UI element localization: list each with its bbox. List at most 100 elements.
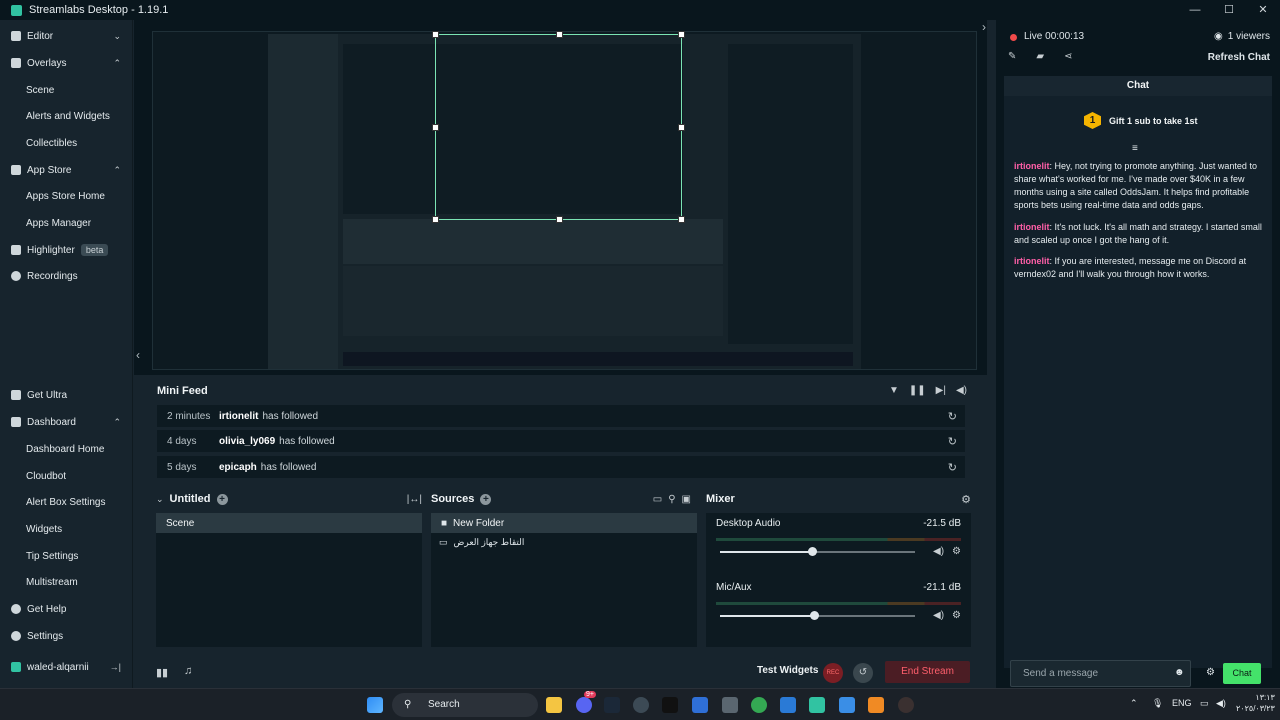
sidebar-item-dashboard-home[interactable]: Dashboard Home — [0, 436, 133, 462]
scene-collection-title[interactable]: Untitled — [170, 493, 211, 505]
emoji-icon[interactable]: ☻ — [1174, 667, 1185, 678]
resize-handle[interactable] — [432, 216, 439, 223]
test-widgets-button[interactable]: Test Widgets — [757, 665, 818, 676]
chat-input[interactable]: Send a message — [1010, 660, 1191, 687]
volume-slider-knob[interactable] — [809, 611, 819, 620]
maximize-button[interactable]: ☐ — [1212, 0, 1246, 20]
taskbar-search[interactable]: ⚲ Search — [392, 693, 538, 717]
volume-slider[interactable] — [720, 547, 915, 556]
resize-handle[interactable] — [556, 216, 563, 223]
app-icon[interactable] — [722, 697, 738, 713]
tray-overflow-icon[interactable]: ⌃ — [1130, 698, 1138, 709]
pause-icon[interactable]: ❚❚ — [909, 385, 926, 396]
volume-icon[interactable]: ◀) — [956, 385, 967, 396]
replay-icon[interactable]: ↻ — [948, 410, 957, 423]
source-item[interactable]: ▭ التقاط جهاز العرض — [439, 537, 524, 548]
app-icon[interactable] — [868, 697, 884, 713]
notification-bell-icon[interactable]: ♫ — [184, 665, 192, 677]
sidebar-item-cloudbot[interactable]: Cloudbot — [0, 463, 133, 489]
mute-icon[interactable]: ◀) — [933, 610, 944, 621]
resize-handle[interactable] — [556, 31, 563, 38]
replay-buffer-button[interactable]: ↺ — [853, 663, 873, 683]
gear-icon[interactable]: ⚙ — [1206, 667, 1215, 678]
performance-icon[interactable]: ▮▮ — [156, 666, 168, 679]
window-icon[interactable] — [839, 697, 855, 713]
scene-item[interactable]: Scene — [156, 513, 422, 533]
sidebar-item-highlighter[interactable]: Highlighter beta — [0, 237, 133, 263]
end-stream-button[interactable]: End Stream — [885, 661, 970, 683]
close-button[interactable]: ✕ — [1246, 0, 1280, 20]
sidebar-item-editor[interactable]: Editor ⌄ — [0, 23, 133, 49]
taskbar-clock[interactable]: ١٣:١٣ ٢٠٢٥/٠٣/٢٣ — [1236, 692, 1275, 714]
source-tools-icons[interactable]: ▭⚲▣ — [653, 494, 697, 505]
expand-panel-icon[interactable]: › — [982, 20, 986, 34]
sidebar-item-get-ultra[interactable]: Get Ultra — [0, 382, 133, 408]
refresh-chat-button[interactable]: Refresh Chat — [1208, 52, 1270, 63]
language-indicator[interactable]: ENG — [1172, 698, 1192, 708]
chat-send-button[interactable]: Chat — [1223, 663, 1261, 684]
gear-icon[interactable]: ⚙ — [952, 610, 961, 621]
network-icon[interactable]: ▭ — [1200, 698, 1209, 709]
resize-handle[interactable] — [678, 216, 685, 223]
scene-transition-icon[interactable]: |↔| — [407, 494, 422, 505]
stream-preview[interactable] — [152, 31, 977, 370]
file-explorer-icon[interactable] — [546, 697, 562, 713]
minimize-button[interactable]: — — [1178, 0, 1212, 20]
replay-icon[interactable]: ↻ — [948, 435, 957, 448]
mute-icon[interactable]: ◀) — [933, 546, 944, 557]
volume-slider-knob[interactable] — [807, 547, 817, 556]
sidebar-item-alerts-and-widgets[interactable]: Alerts and Widgets — [0, 103, 133, 129]
microphone-icon[interactable]: 🎙 — [1152, 698, 1163, 709]
gift-sub-banner[interactable]: 1 Gift 1 sub to take 1st — [1084, 112, 1198, 129]
gear-icon[interactable]: ⚙ — [952, 546, 961, 557]
sidebar-item-settings[interactable]: Settings — [0, 623, 133, 649]
sidebar-item-overlays[interactable]: Overlays ⌃ — [0, 50, 133, 76]
sidebar-item-apps-manager[interactable]: Apps Manager — [0, 210, 133, 236]
source-folder[interactable]: ■ New Folder — [431, 513, 697, 533]
media-player-icon[interactable] — [898, 697, 914, 713]
share-icon[interactable]: ⋖ — [1064, 51, 1072, 62]
sidebar-item-alert-box-settings[interactable]: Alert Box Settings — [0, 489, 133, 515]
record-button[interactable]: REC — [823, 663, 843, 683]
sidebar-item-multistream[interactable]: Multistream — [0, 569, 133, 595]
gear-icon[interactable]: ⚙ — [961, 493, 971, 506]
edit-icon[interactable]: ✎ — [1008, 51, 1016, 62]
filter-icon[interactable]: ≡ — [1132, 143, 1138, 154]
add-scene-icon[interactable]: + — [216, 493, 228, 505]
chat-user[interactable]: irtionelit — [1014, 222, 1050, 232]
sidebar-item-collectibles[interactable]: Collectibles — [0, 130, 133, 156]
chevron-up-icon[interactable]: ⌃ — [113, 165, 121, 176]
chat-user[interactable]: irtionelit — [1014, 161, 1050, 171]
tiktok-icon[interactable] — [662, 697, 678, 713]
sidebar-item-recordings[interactable]: Recordings — [0, 263, 133, 289]
add-source-icon[interactable]: + — [480, 493, 492, 505]
logout-icon[interactable]: →| — [110, 662, 121, 672]
sidebar-item-dashboard[interactable]: Dashboard ⌃ — [0, 409, 133, 435]
sidebar-item-get-help[interactable]: Get Help — [0, 596, 133, 622]
sidebar-item-app-store[interactable]: App Store ⌃ — [0, 157, 133, 183]
streamlabs-taskbar-icon[interactable] — [809, 697, 825, 713]
app-icon[interactable] — [780, 697, 796, 713]
security-icon[interactable] — [692, 697, 708, 713]
chevron-up-icon[interactable]: ⌃ — [113, 417, 121, 428]
chat-user[interactable]: irtionelit — [1014, 256, 1050, 266]
chevron-down-icon[interactable]: ⌄ — [113, 31, 121, 42]
resize-handle[interactable] — [432, 124, 439, 131]
discord-icon[interactable] — [576, 697, 592, 713]
resize-handle[interactable] — [432, 31, 439, 38]
chevron-up-icon[interactable]: ⌃ — [113, 58, 121, 69]
volume-slider[interactable] — [720, 611, 915, 620]
collapse-sidebar-icon[interactable]: ‹ — [136, 348, 140, 362]
sidebar-user[interactable]: waled-alqarnii →| — [0, 654, 133, 680]
sidebar-item-tip-settings[interactable]: Tip Settings — [0, 543, 133, 569]
sidebar-item-widgets[interactable]: Widgets — [0, 516, 133, 542]
chrome-icon[interactable] — [751, 697, 767, 713]
filter-icon[interactable]: ▼ — [889, 385, 899, 396]
resize-handle[interactable] — [678, 124, 685, 131]
steam-icon[interactable] — [604, 697, 620, 713]
replay-icon[interactable]: ↻ — [948, 461, 957, 474]
chevron-down-icon[interactable]: ⌄ — [156, 494, 164, 505]
selection-bounding-box[interactable] — [432, 31, 685, 223]
clip-icon[interactable]: ▰ — [1036, 51, 1044, 62]
resize-handle[interactable] — [678, 31, 685, 38]
